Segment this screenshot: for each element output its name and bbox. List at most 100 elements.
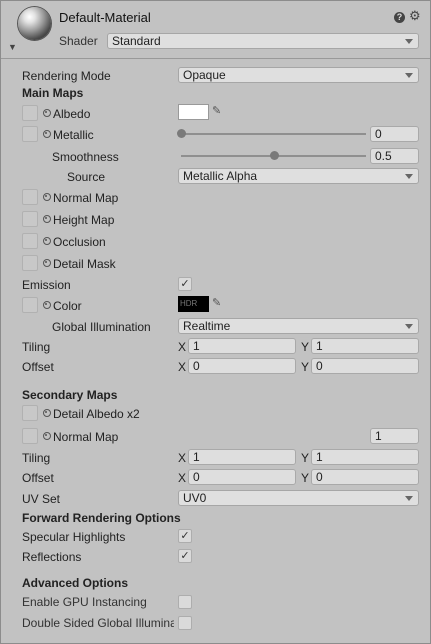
secondary-offset-x-field[interactable]: 0 bbox=[188, 469, 296, 485]
secondary-offset-y-field[interactable]: 0 bbox=[311, 469, 419, 485]
hdr-text: HDR bbox=[180, 299, 198, 308]
height-map-object-picker-icon[interactable] bbox=[43, 215, 51, 223]
double-sided-gi-checkbox[interactable] bbox=[178, 616, 192, 630]
secondary-normal-object-picker-icon[interactable] bbox=[43, 432, 51, 440]
eyedropper-icon[interactable]: ✎ bbox=[212, 296, 221, 309]
detail-albedo-object-picker-icon[interactable] bbox=[43, 409, 51, 417]
detail-albedo-label: Detail Albedo x2 bbox=[53, 407, 140, 421]
rendering-mode-dropdown[interactable]: Opaque bbox=[178, 67, 419, 83]
secondary-tiling-x-field[interactable]: 1 bbox=[188, 449, 296, 465]
main-offset-y-axis-label: Y bbox=[301, 360, 310, 374]
source-value: Metallic Alpha bbox=[183, 169, 258, 183]
main-tiling-label: Tiling bbox=[22, 340, 51, 354]
rendering-mode-label: Rendering Mode bbox=[22, 69, 111, 83]
secondary-normal-map-label: Normal Map bbox=[53, 430, 119, 444]
global-illumination-dropdown[interactable]: Realtime bbox=[178, 318, 419, 334]
rendering-mode-value: Opaque bbox=[183, 68, 226, 82]
foldout-arrow-icon[interactable]: ▼ bbox=[8, 42, 17, 52]
uv-set-dropdown[interactable]: UV0 bbox=[178, 490, 419, 506]
albedo-texture-slot[interactable] bbox=[22, 105, 38, 121]
secondary-normal-map-texture-slot[interactable] bbox=[22, 428, 38, 444]
smoothness-slider-knob[interactable] bbox=[269, 151, 279, 160]
emission-hdr-color-swatch[interactable]: HDR bbox=[178, 296, 209, 312]
gpu-instancing-label: Enable GPU Instancing bbox=[22, 595, 147, 609]
metallic-label: Metallic bbox=[53, 128, 94, 142]
detail-mask-object-picker-icon[interactable] bbox=[43, 259, 51, 267]
emission-color-texture-slot[interactable] bbox=[22, 297, 38, 313]
color-label: Color bbox=[53, 299, 82, 313]
source-label: Source bbox=[67, 170, 106, 184]
secondary-maps-heading: Secondary Maps bbox=[22, 388, 118, 402]
shader-label: Shader bbox=[59, 34, 98, 48]
uv-set-label: UV Set bbox=[22, 492, 61, 506]
secondary-tiling-y-axis-label: Y bbox=[301, 451, 310, 465]
material-inspector-panel: ▼ Default-Material ? ⚙ Shader Standard R… bbox=[0, 0, 431, 644]
chevron-down-icon bbox=[405, 174, 413, 179]
main-maps-heading: Main Maps bbox=[22, 86, 84, 100]
emission-checkbox[interactable]: ✓ bbox=[178, 277, 192, 291]
main-offset-label: Offset bbox=[22, 360, 54, 374]
main-offset-x-field[interactable]: 0 bbox=[188, 358, 296, 374]
metallic-object-picker-icon[interactable] bbox=[43, 130, 51, 138]
metallic-texture-slot[interactable] bbox=[22, 126, 38, 142]
detail-mask-texture-slot[interactable] bbox=[22, 255, 38, 271]
reflections-label: Reflections bbox=[22, 550, 82, 564]
chevron-down-icon bbox=[405, 496, 413, 501]
normal-map-label: Normal Map bbox=[53, 191, 119, 205]
detail-albedo-texture-slot[interactable] bbox=[22, 405, 38, 421]
specular-highlights-label: Specular Highlights bbox=[22, 530, 126, 544]
global-illumination-label: Global Illumination bbox=[52, 320, 151, 334]
height-map-texture-slot[interactable] bbox=[22, 211, 38, 227]
secondary-tiling-y-field[interactable]: 1 bbox=[311, 449, 419, 465]
emission-object-picker-icon[interactable] bbox=[43, 301, 51, 309]
albedo-object-picker-icon[interactable] bbox=[43, 109, 51, 117]
forward-rendering-heading: Forward Rendering Options bbox=[22, 511, 181, 525]
main-tiling-y-axis-label: Y bbox=[301, 340, 310, 354]
albedo-label: Albedo bbox=[53, 107, 91, 121]
albedo-color-swatch[interactable] bbox=[178, 104, 209, 120]
material-header: ▼ Default-Material ? ⚙ Shader Standard bbox=[1, 1, 430, 59]
smoothness-value-field[interactable]: 0.5 bbox=[370, 148, 419, 164]
global-illumination-value: Realtime bbox=[183, 319, 231, 333]
help-icon[interactable]: ? bbox=[394, 12, 405, 23]
normal-map-texture-slot[interactable] bbox=[22, 189, 38, 205]
chevron-down-icon bbox=[405, 39, 413, 44]
secondary-tiling-label: Tiling bbox=[22, 451, 51, 465]
source-dropdown[interactable]: Metallic Alpha bbox=[178, 168, 419, 184]
eyedropper-icon[interactable]: ✎ bbox=[212, 104, 221, 117]
metallic-value-field[interactable]: 0 bbox=[370, 126, 419, 142]
gpu-instancing-checkbox[interactable] bbox=[178, 595, 192, 609]
main-tiling-y-field[interactable]: 1 bbox=[311, 338, 419, 354]
occlusion-texture-slot[interactable] bbox=[22, 233, 38, 249]
main-tiling-x-axis-label: X bbox=[178, 340, 187, 354]
material-preview-sphere bbox=[18, 7, 51, 40]
smoothness-label: Smoothness bbox=[52, 150, 119, 164]
main-offset-x-axis-label: X bbox=[178, 360, 187, 374]
normal-map-object-picker-icon[interactable] bbox=[43, 193, 51, 201]
reflections-checkbox[interactable]: ✓ bbox=[178, 549, 192, 563]
gear-icon[interactable]: ⚙ bbox=[409, 8, 421, 24]
specular-highlights-checkbox[interactable]: ✓ bbox=[178, 529, 192, 543]
occlusion-label: Occlusion bbox=[53, 235, 106, 249]
secondary-tiling-x-axis-label: X bbox=[178, 451, 187, 465]
secondary-offset-y-axis-label: Y bbox=[301, 471, 310, 485]
advanced-options-heading: Advanced Options bbox=[22, 576, 129, 590]
secondary-offset-x-axis-label: X bbox=[178, 471, 187, 485]
metallic-slider-knob[interactable] bbox=[177, 129, 186, 138]
metallic-slider-track[interactable] bbox=[181, 133, 366, 135]
height-map-label: Height Map bbox=[53, 213, 115, 227]
occlusion-object-picker-icon[interactable] bbox=[43, 237, 51, 245]
emission-label: Emission bbox=[22, 278, 71, 292]
secondary-normal-scale-field[interactable]: 1 bbox=[370, 428, 419, 444]
secondary-offset-label: Offset bbox=[22, 471, 54, 485]
double-sided-gi-label: Double Sided Global Illumina bbox=[22, 616, 174, 630]
detail-mask-label: Detail Mask bbox=[53, 257, 116, 271]
shader-dropdown[interactable]: Standard bbox=[107, 33, 419, 49]
uv-set-value: UV0 bbox=[183, 491, 207, 505]
shader-dropdown-value: Standard bbox=[112, 34, 161, 48]
chevron-down-icon bbox=[405, 324, 413, 329]
main-tiling-x-field[interactable]: 1 bbox=[188, 338, 296, 354]
main-offset-y-field[interactable]: 0 bbox=[311, 358, 419, 374]
chevron-down-icon bbox=[405, 73, 413, 78]
material-name: Default-Material bbox=[59, 10, 151, 25]
